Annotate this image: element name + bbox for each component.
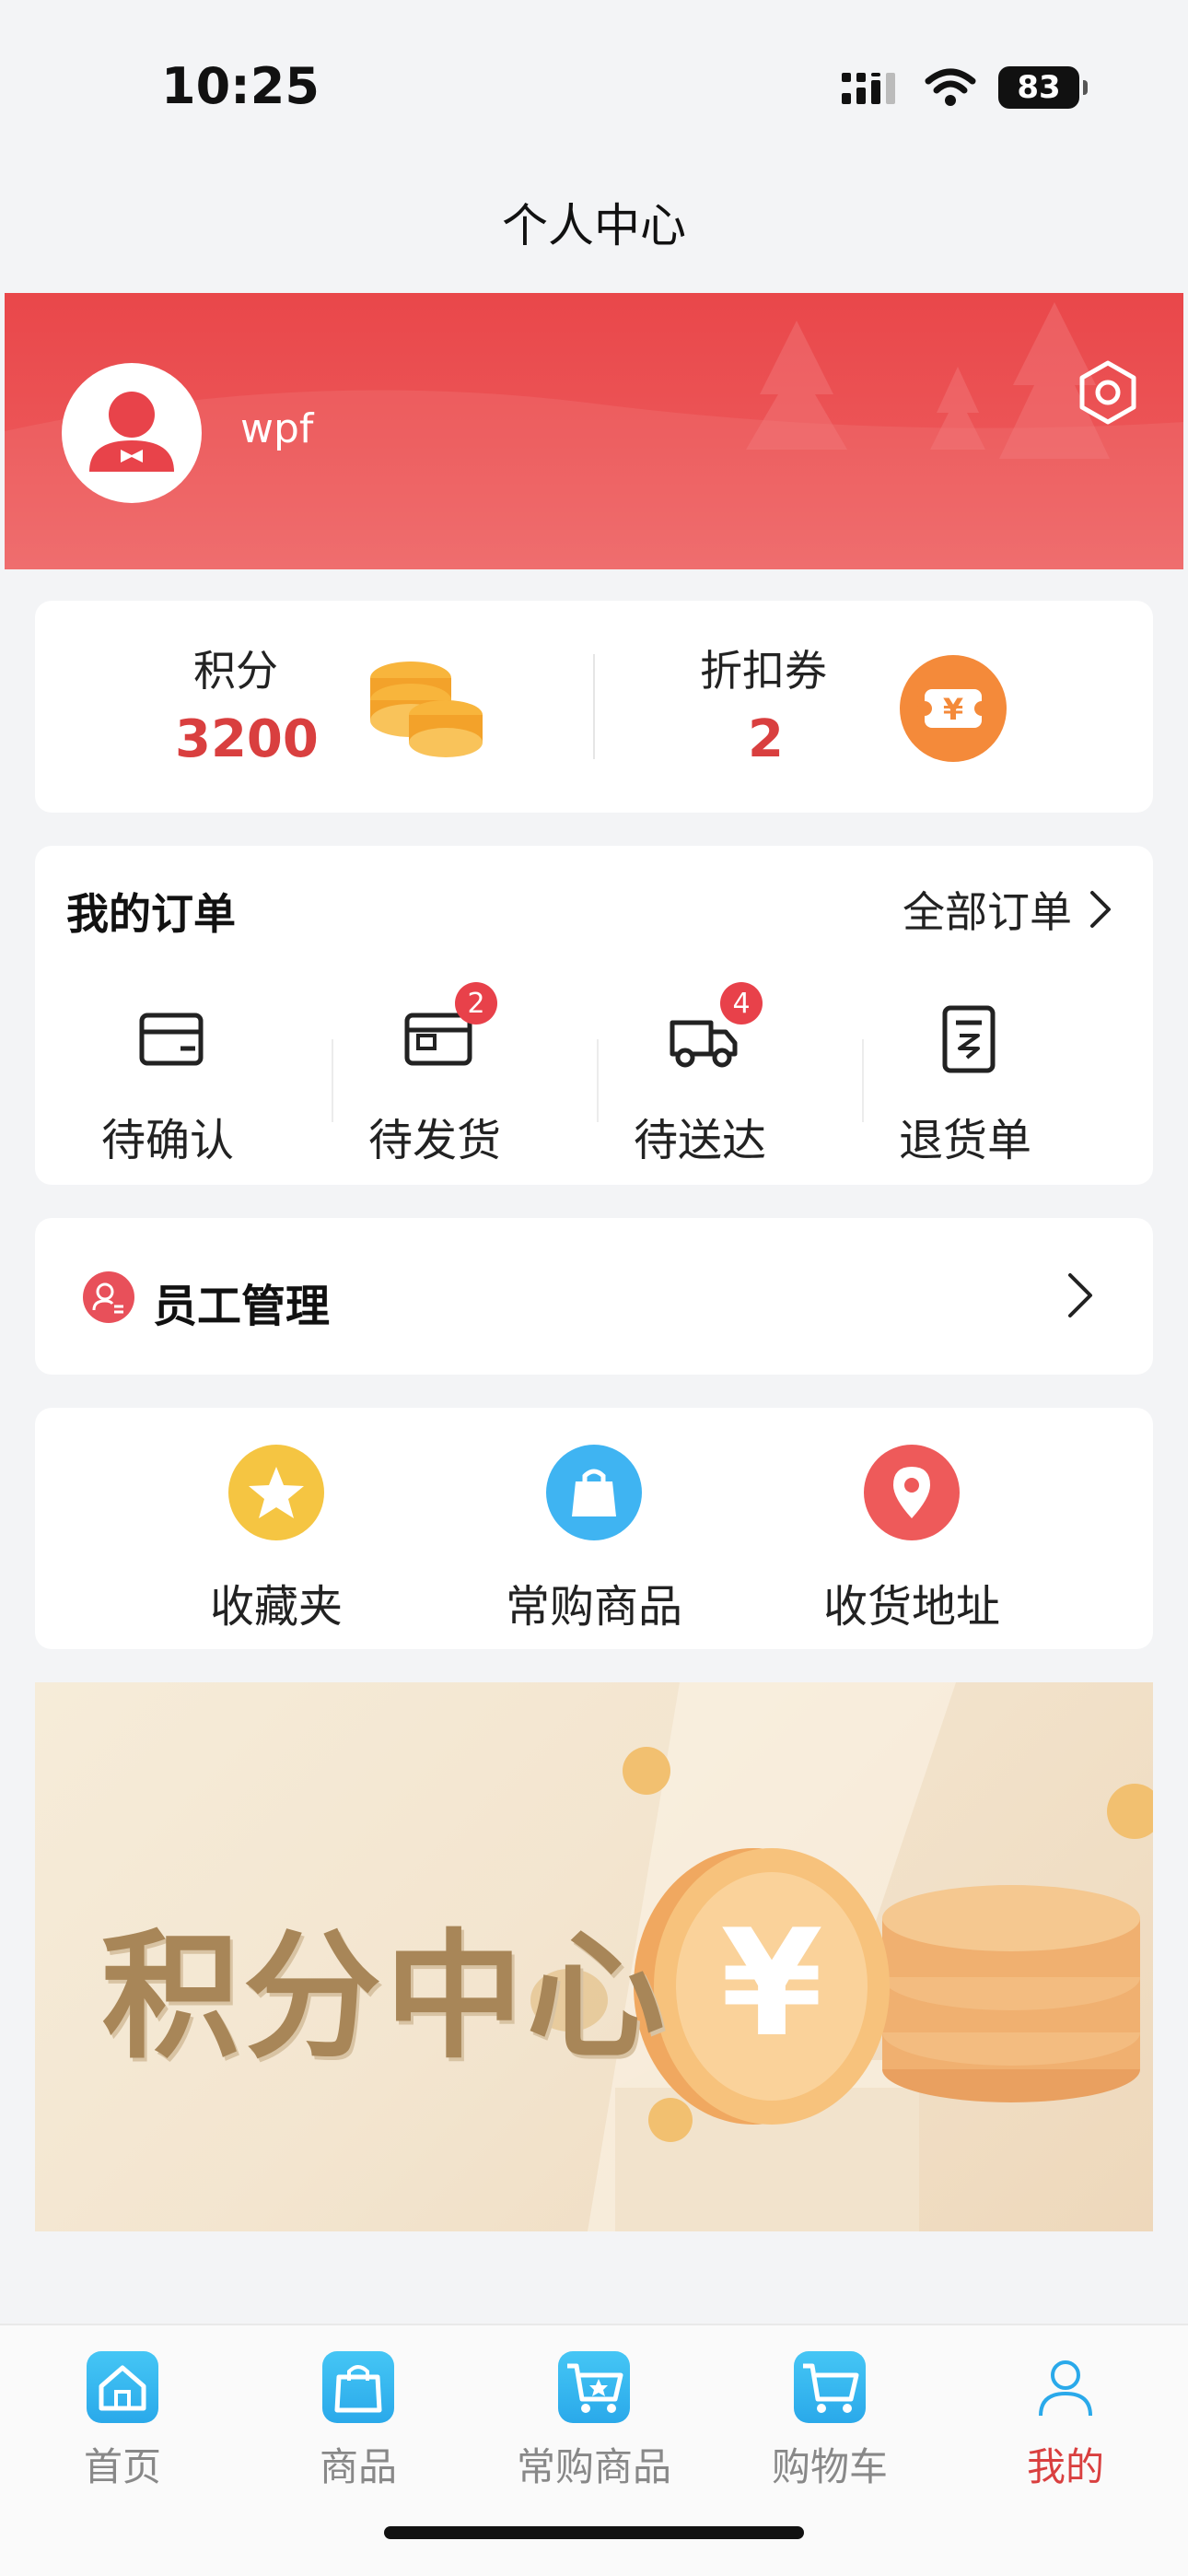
user-icon <box>1030 2351 1101 2423</box>
quick-link-label: 收藏夹 <box>209 1581 343 1633</box>
shipping-address-link[interactable]: 收货地址 <box>774 1445 1050 1633</box>
wifi-icon <box>925 68 976 106</box>
tab-mine[interactable]: 我的 <box>947 2344 1184 2489</box>
page-title: 个人中心 <box>502 199 686 252</box>
tab-label: 我的 <box>1026 2444 1104 2489</box>
all-orders-link[interactable]: 全部订单 <box>903 879 1112 940</box>
staff-management-row[interactable]: 员工管理 <box>35 1218 1153 1375</box>
status-time: 10:25 <box>161 57 320 115</box>
profile-header: wpf <box>5 293 1183 569</box>
svg-text:¥: ¥ <box>720 1897 822 2069</box>
settings-icon <box>1079 360 1136 425</box>
bag-icon <box>322 2351 394 2423</box>
battery-indicator: 83 <box>998 66 1088 109</box>
in-transit-badge: 4 <box>720 982 763 1025</box>
status-icons: 83 <box>842 66 1088 109</box>
points-value: 3200 <box>175 709 319 769</box>
cart-star-icon <box>558 2351 630 2423</box>
coupons-stat[interactable]: 折扣券 2 ¥ <box>595 601 1153 813</box>
points-card: 积分 3200 折扣券 2 ¥ <box>35 601 1153 813</box>
home-indicator <box>384 2526 804 2539</box>
tab-home[interactable]: 首页 <box>4 2344 241 2489</box>
coupons-value: 2 <box>748 709 784 769</box>
order-returns[interactable]: 退货单 <box>833 1002 1098 1168</box>
order-label: 待发货 <box>367 1115 501 1166</box>
shopping-bag-icon <box>546 1445 642 1540</box>
coupon-icon: ¥ <box>900 655 1007 762</box>
tab-label: 商品 <box>319 2444 397 2489</box>
receipt-icon <box>942 1005 996 1073</box>
coins-icon <box>370 662 483 757</box>
avatar[interactable] <box>62 363 202 503</box>
user-avatar-icon <box>89 392 174 472</box>
tab-cart[interactable]: 购物车 <box>711 2344 949 2489</box>
orders-title: 我的订单 <box>66 889 236 939</box>
username: wpf <box>240 405 314 452</box>
wallet-icon <box>139 1013 204 1066</box>
settings-button[interactable] <box>1071 356 1145 429</box>
points-center-banner[interactable]: ¥ 积分中心 <box>35 1682 1153 2231</box>
staff-icon <box>83 1271 134 1323</box>
staff-management-label: 员工管理 <box>153 1281 331 1332</box>
pending-ship-badge: 2 <box>455 982 497 1025</box>
order-label: 待送达 <box>633 1115 766 1166</box>
tab-products[interactable]: 商品 <box>239 2344 477 2489</box>
all-orders-label: 全部订单 <box>903 887 1072 937</box>
promo-title: 积分中心 <box>101 1917 670 2078</box>
frequent-products-link[interactable]: 常购商品 <box>456 1445 732 1633</box>
tab-label: 首页 <box>83 2444 161 2489</box>
points-stat[interactable]: 积分 3200 <box>35 601 593 813</box>
order-label: 待确认 <box>100 1115 234 1166</box>
coupons-label: 折扣券 <box>700 646 827 696</box>
order-pending-ship[interactable]: 2 待发货 <box>302 982 567 1168</box>
tab-frequent[interactable]: 常购商品 <box>475 2344 713 2489</box>
order-label: 退货单 <box>898 1115 1031 1166</box>
quick-links-card: 收藏夹 常购商品 收货地址 <box>35 1408 1153 1649</box>
status-bar: 10:25 83 <box>0 0 1188 175</box>
chevron-right-icon <box>1068 1273 1092 1317</box>
quick-link-label: 常购商品 <box>505 1581 682 1633</box>
star-icon <box>228 1445 324 1540</box>
svg-text:¥: ¥ <box>943 692 963 727</box>
cart-icon <box>794 2351 866 2423</box>
location-pin-icon <box>864 1445 960 1540</box>
tab-label: 购物车 <box>771 2444 888 2489</box>
quick-link-label: 收货地址 <box>822 1581 1000 1633</box>
signal-icon <box>842 73 895 104</box>
order-pending-confirm[interactable]: 待确认 <box>35 1002 300 1168</box>
tab-label: 常购商品 <box>516 2444 671 2489</box>
favorites-link[interactable]: 收藏夹 <box>138 1445 414 1633</box>
chevron-right-icon <box>1090 891 1111 928</box>
points-label: 积分 <box>193 646 278 696</box>
order-in-transit[interactable]: 4 待送达 <box>567 982 833 1168</box>
home-icon <box>87 2351 158 2423</box>
orders-card: 我的订单 全部订单 待确认 2 待发货 4 待送达 退货单 <box>35 846 1153 1185</box>
